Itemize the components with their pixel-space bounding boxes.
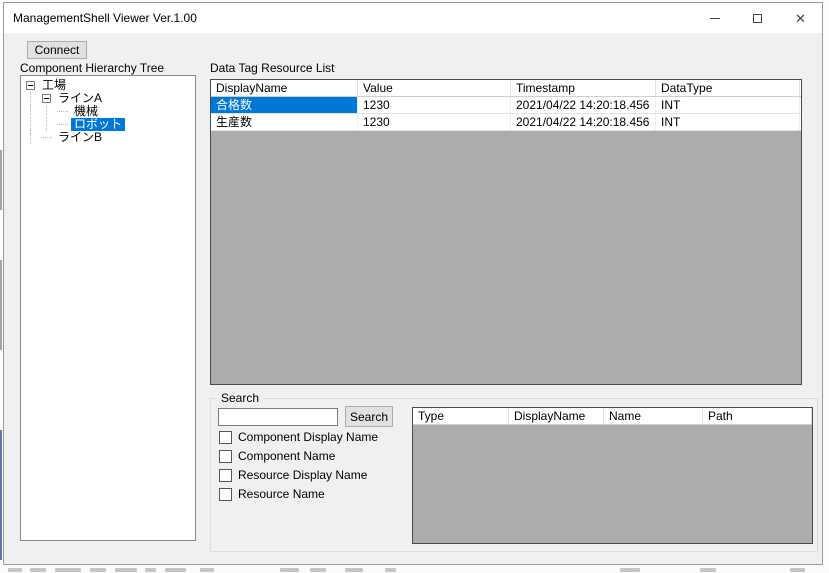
tree-connector — [55, 118, 71, 131]
connect-button[interactable]: Connect — [27, 41, 87, 59]
checkbox-label: Resource Display Name — [238, 468, 367, 482]
checkbox-row[interactable]: Component Display Name — [219, 430, 378, 444]
search-group: Search Search Component Display NameComp… — [210, 398, 818, 552]
checkbox-row[interactable]: Component Name — [219, 449, 335, 463]
tree-guide — [23, 105, 39, 118]
tree-connector — [39, 131, 55, 144]
column-header-displayname[interactable]: DisplayName — [211, 80, 358, 96]
desktop-artifact — [0, 150, 2, 210]
checkbox[interactable] — [219, 431, 232, 444]
tree-item[interactable]: ラインA — [23, 92, 193, 105]
checkbox[interactable] — [219, 488, 232, 501]
tree-guide — [23, 92, 39, 105]
desktop-artifact — [0, 430, 2, 560]
resource-list-header: DisplayNameValueTimestampDataType — [211, 80, 801, 97]
column-header-name[interactable]: Name — [604, 408, 703, 424]
tree-item[interactable]: 工場 — [23, 79, 193, 92]
desktop-artifact — [385, 568, 396, 572]
desktop-artifact — [90, 568, 106, 572]
collapse-icon[interactable] — [26, 81, 35, 90]
resource-list-label: Data Tag Resource List — [210, 61, 335, 75]
close-button[interactable]: ✕ — [779, 3, 822, 33]
checkbox-label: Component Name — [238, 449, 335, 463]
desktop-artifact — [0, 260, 2, 350]
window-title: ManagementShell Viewer Ver.1.00 — [4, 11, 197, 25]
search-group-label: Search — [217, 391, 263, 405]
app-window: ManagementShell Viewer Ver.1.00 ✕ Connec… — [3, 2, 823, 565]
cell[interactable]: 合格数 — [211, 97, 358, 113]
desktop-artifact — [145, 568, 156, 572]
desktop-artifact — [200, 568, 214, 572]
collapse-icon[interactable] — [42, 94, 51, 103]
cell[interactable]: 1230 — [358, 114, 511, 130]
tree-section-label: Component Hierarchy Tree — [20, 61, 164, 75]
maximize-button[interactable] — [736, 3, 779, 33]
close-icon: ✕ — [795, 12, 806, 25]
minimize-icon — [710, 18, 720, 19]
tree-item[interactable]: ラインB — [23, 131, 193, 144]
titlebar[interactable]: ManagementShell Viewer Ver.1.00 ✕ — [4, 3, 822, 33]
desktop-artifact — [30, 568, 46, 572]
desktop-artifact — [280, 568, 299, 572]
column-header-datatype[interactable]: DataType — [656, 80, 800, 96]
checkbox-label: Component Display Name — [238, 430, 378, 444]
checkbox-row[interactable]: Resource Display Name — [219, 468, 367, 482]
cell[interactable]: INT — [656, 114, 800, 130]
tree-guide — [39, 118, 55, 131]
search-button[interactable]: Search — [345, 406, 393, 427]
desktop-artifact — [620, 568, 640, 572]
data-tag-resource-list: DisplayNameValueTimestampDataType 合格数123… — [210, 79, 802, 385]
table-row[interactable]: 合格数12302021/04/22 14:20:18.456INT — [211, 97, 801, 114]
desktop-artifact — [345, 568, 363, 572]
checkbox[interactable] — [219, 450, 232, 463]
cell[interactable]: 生産数 — [211, 114, 358, 130]
desktop-artifact — [790, 568, 805, 572]
client-area: Connect Component Hierarchy Tree 工場ラインA機… — [4, 33, 822, 564]
cell[interactable]: INT — [656, 97, 800, 113]
desktop-background: ManagementShell Viewer Ver.1.00 ✕ Connec… — [0, 0, 829, 573]
tree-guide — [23, 118, 39, 131]
tree-connector — [55, 105, 71, 118]
search-results-header: TypeDisplayNameNamePath — [413, 408, 812, 425]
column-header-displayname[interactable]: DisplayName — [509, 408, 604, 424]
cell[interactable]: 1230 — [358, 97, 511, 113]
checkbox-row[interactable]: Resource Name — [219, 487, 325, 501]
column-header-path[interactable]: Path — [703, 408, 812, 424]
tree-guide — [39, 105, 55, 118]
desktop-artifact — [310, 568, 326, 572]
desktop-artifact — [700, 568, 716, 572]
checkbox[interactable] — [219, 469, 232, 482]
checkbox-label: Resource Name — [238, 487, 325, 501]
window-controls: ✕ — [693, 3, 822, 33]
desktop-artifact — [8, 568, 22, 572]
desktop-artifact — [115, 568, 137, 572]
minimize-button[interactable] — [693, 3, 736, 33]
resource-list-body: 合格数12302021/04/22 14:20:18.456INT生産数1230… — [211, 97, 801, 131]
component-hierarchy-tree: 工場ラインA機械ロボットラインB — [20, 75, 196, 541]
desktop-artifacts — [0, 566, 829, 573]
column-header-timestamp[interactable]: Timestamp — [511, 80, 656, 96]
tree-item-label[interactable]: ラインB — [55, 131, 105, 144]
search-results-list: TypeDisplayNameNamePath — [412, 407, 813, 544]
maximize-icon — [753, 14, 762, 23]
tree-guide — [23, 131, 39, 144]
column-header-value[interactable]: Value — [358, 80, 511, 96]
cell[interactable]: 2021/04/22 14:20:18.456 — [511, 114, 656, 130]
tree-item[interactable]: ロボット — [23, 118, 193, 131]
search-input[interactable] — [218, 408, 338, 426]
desktop-artifact — [165, 568, 186, 572]
desktop-artifact — [55, 568, 81, 572]
cell[interactable]: 2021/04/22 14:20:18.456 — [511, 97, 656, 113]
column-header-type[interactable]: Type — [413, 408, 509, 424]
table-row[interactable]: 生産数12302021/04/22 14:20:18.456INT — [211, 114, 801, 131]
